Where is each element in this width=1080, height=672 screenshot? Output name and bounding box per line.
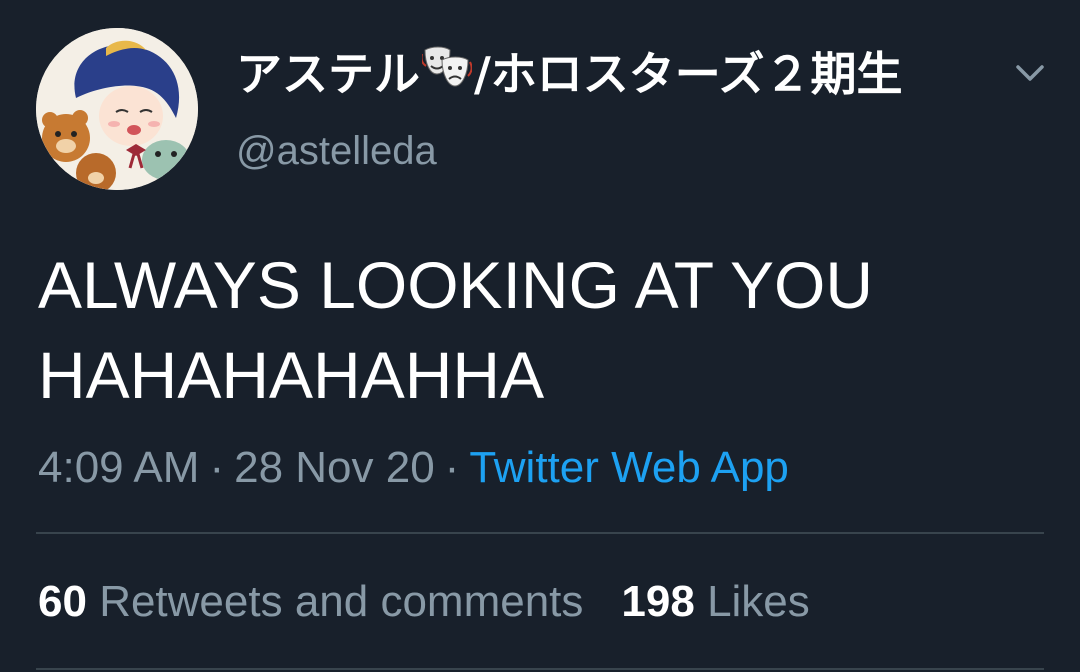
tweet-text-line-1: ALWAYS LOOKING AT YOU	[38, 248, 874, 322]
divider	[36, 668, 1044, 670]
avatar-illustration	[36, 28, 198, 190]
display-name-suffix: /ホロスターズ２期生	[474, 47, 903, 101]
retweets-count: 60	[38, 577, 87, 626]
divider	[36, 532, 1044, 534]
meta-separator: ·	[209, 443, 225, 492]
likes-stat[interactable]: 198 Likes	[621, 577, 809, 626]
tweet-meta: 4:09 AM · 28 Nov 20 · Twitter Web App	[38, 438, 789, 498]
retweets-label: Retweets and comments	[99, 577, 584, 626]
display-name[interactable]: アステル /ホロスターズ２期生	[236, 44, 903, 104]
tweet-stats: 60 Retweets and comments 198 Likes	[38, 572, 810, 632]
meta-separator: ·	[444, 443, 460, 492]
tweet-source-link[interactable]: Twitter Web App	[469, 443, 789, 492]
tweet-date[interactable]: 28 Nov 20	[234, 443, 435, 492]
tweet-detail: アステル /ホロスターズ２期生 @astelleda ALWAYS LOOKIN…	[0, 0, 1080, 672]
avatar[interactable]	[36, 28, 198, 190]
likes-label: Likes	[707, 577, 810, 626]
chevron-down-icon[interactable]	[1010, 58, 1050, 88]
likes-count: 198	[621, 577, 695, 626]
retweets-stat[interactable]: 60 Retweets and comments	[38, 577, 583, 626]
tweet-text-line-2: HAHAHAHAHHA	[38, 338, 545, 412]
display-name-prefix: アステル	[236, 47, 420, 101]
user-handle[interactable]: @astelleda	[236, 124, 437, 178]
tweet-time[interactable]: 4:09 AM	[38, 443, 199, 492]
theater-masks-icon	[420, 44, 473, 104]
tweet-text: ALWAYS LOOKING AT YOU HAHAHAHAHHA	[38, 240, 1038, 420]
